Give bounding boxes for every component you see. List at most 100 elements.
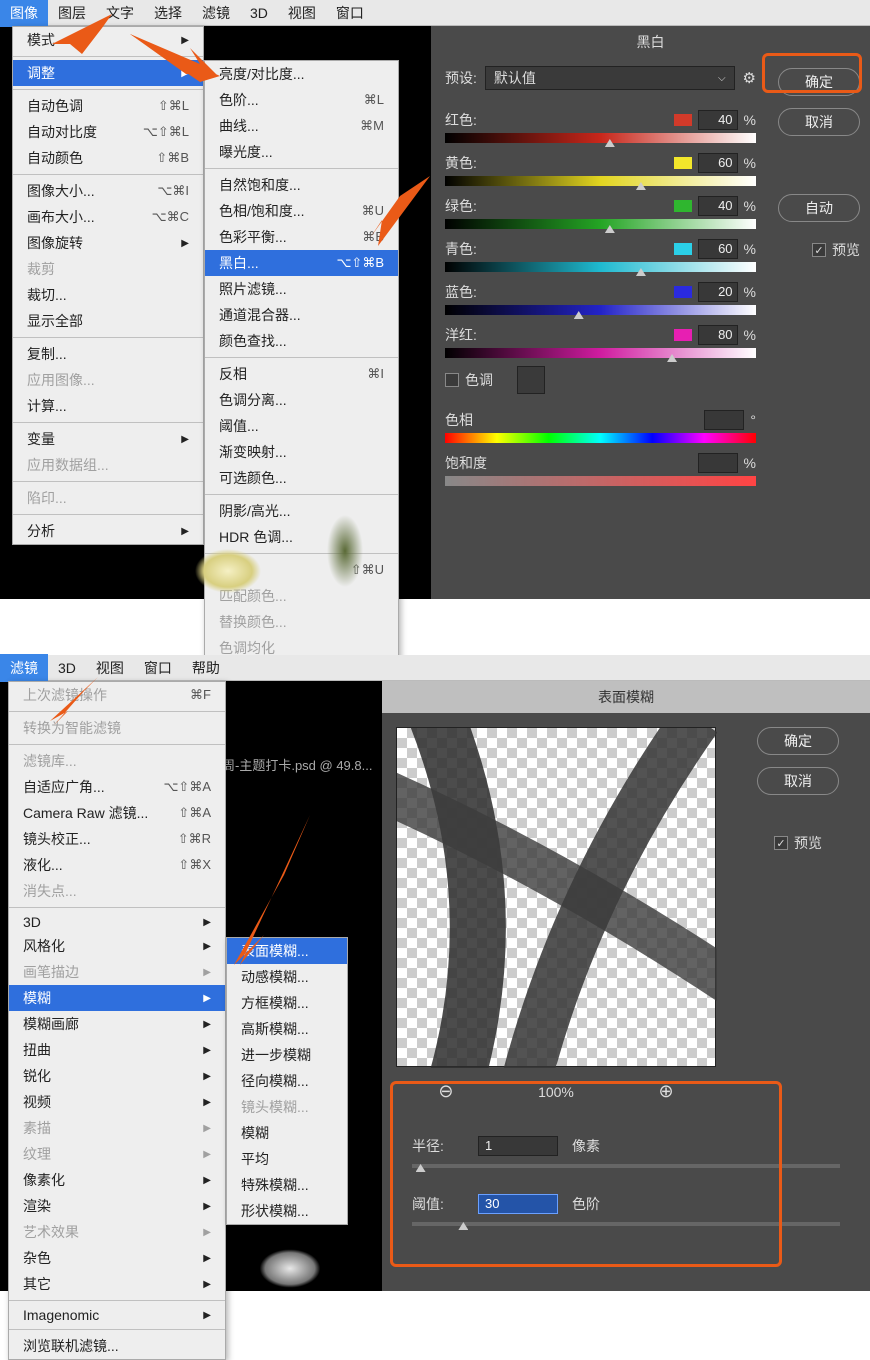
menu-text[interactable]: 文字 xyxy=(96,0,144,27)
channel-value[interactable]: 40 xyxy=(698,196,738,216)
menu-item[interactable]: 其它▶ xyxy=(9,1271,225,1297)
ok-button[interactable]: 确定 xyxy=(757,727,839,755)
menu-item[interactable]: 照片滤镜... xyxy=(205,276,398,302)
menu-item[interactable]: 特殊模糊... xyxy=(227,1172,347,1198)
menu-item[interactable]: 表面模糊... xyxy=(227,938,347,964)
menu-item[interactable]: 液化...⇧⌘X xyxy=(9,852,225,878)
menu-item[interactable]: 阈值... xyxy=(205,413,398,439)
menu-filter[interactable]: 滤镜 xyxy=(0,654,48,682)
menu-3d[interactable]: 3D xyxy=(240,1,278,25)
menu-item[interactable]: 高斯模糊... xyxy=(227,1016,347,1042)
menu-item[interactable]: 可选颜色... xyxy=(205,465,398,491)
radius-slider[interactable] xyxy=(412,1164,840,1168)
preset-select[interactable]: 默认值⌵ xyxy=(485,66,735,90)
hue-value[interactable] xyxy=(704,410,744,430)
menu-item[interactable]: 模糊画廊▶ xyxy=(9,1011,225,1037)
menu-item[interactable]: 风格化▶ xyxy=(9,933,225,959)
ok-button[interactable]: 确定 xyxy=(778,68,860,96)
menu-item[interactable]: 曝光度... xyxy=(205,139,398,165)
preview-box[interactable] xyxy=(396,727,716,1067)
menu-layer[interactable]: 图层 xyxy=(48,0,96,27)
menu-3d[interactable]: 3D xyxy=(48,656,86,680)
gear-icon[interactable]: ⚙ xyxy=(743,69,756,87)
menu-item[interactable]: 自适应广角...⌥⇧⌘A xyxy=(9,774,225,800)
menu-item[interactable]: 色调分离... xyxy=(205,387,398,413)
menu-item[interactable]: Imagenomic▶ xyxy=(9,1304,225,1326)
menu-item[interactable]: 色相/饱和度...⌘U xyxy=(205,198,398,224)
menu-item[interactable]: 模糊▶ xyxy=(9,985,225,1011)
channel-slider[interactable] xyxy=(445,176,756,186)
menu-view[interactable]: 视图 xyxy=(278,0,326,27)
zoom-in-icon[interactable]: ⊕ xyxy=(659,1081,674,1102)
menu-item[interactable]: 锐化▶ xyxy=(9,1063,225,1089)
menu-item[interactable]: 渐变映射... xyxy=(205,439,398,465)
tint-checkbox[interactable] xyxy=(445,373,459,387)
menu-item[interactable]: 调整▶ xyxy=(13,60,203,86)
menu-image[interactable]: 图像 xyxy=(0,0,48,27)
menu-item[interactable]: 动感模糊... xyxy=(227,964,347,990)
menu-item[interactable]: 镜头校正...⇧⌘R xyxy=(9,826,225,852)
menu-item[interactable]: 自动对比度⌥⇧⌘L xyxy=(13,119,203,145)
menu-item[interactable]: 曲线...⌘M xyxy=(205,113,398,139)
channel-value[interactable]: 20 xyxy=(698,282,738,302)
menu-item[interactable]: 颜色查找... xyxy=(205,328,398,354)
menu-item[interactable]: 模糊 xyxy=(227,1120,347,1146)
menu-item[interactable]: 扭曲▶ xyxy=(9,1037,225,1063)
menu-window[interactable]: 窗口 xyxy=(326,0,374,27)
menu-item[interactable]: 复制... xyxy=(13,341,203,367)
channel-slider[interactable] xyxy=(445,305,756,315)
menu-item[interactable]: 图像旋转▶ xyxy=(13,230,203,256)
menu-item[interactable]: 显示全部 xyxy=(13,308,203,334)
menu-item[interactable]: 自然饱和度... xyxy=(205,172,398,198)
channel-slider[interactable] xyxy=(445,262,756,272)
threshold-input[interactable]: 30 xyxy=(478,1194,558,1214)
menu-item[interactable]: 裁切... xyxy=(13,282,203,308)
menu-item[interactable]: 模式▶ xyxy=(13,27,203,53)
menu-item[interactable]: 视频▶ xyxy=(9,1089,225,1115)
channel-slider[interactable] xyxy=(445,348,756,358)
menu-item[interactable]: 反相⌘I xyxy=(205,361,398,387)
menu-item[interactable]: 图像大小...⌥⌘I xyxy=(13,178,203,204)
threshold-slider[interactable] xyxy=(412,1222,840,1226)
menu-item[interactable]: 方框模糊... xyxy=(227,990,347,1016)
hue-slider[interactable] xyxy=(445,433,756,443)
channel-value[interactable]: 60 xyxy=(698,153,738,173)
cancel-button[interactable]: 取消 xyxy=(778,108,860,136)
menu-item[interactable]: 浏览联机滤镜... xyxy=(9,1333,225,1359)
menu-item[interactable]: 径向模糊... xyxy=(227,1068,347,1094)
menu-view[interactable]: 视图 xyxy=(86,654,134,682)
channel-value[interactable]: 80 xyxy=(698,325,738,345)
menu-select[interactable]: 选择 xyxy=(144,0,192,27)
preview-checkbox[interactable]: ✓ xyxy=(812,243,826,257)
menu-item[interactable]: 3D▶ xyxy=(9,911,225,933)
sat-slider[interactable] xyxy=(445,476,756,486)
menu-item[interactable]: 画布大小...⌥⌘C xyxy=(13,204,203,230)
menu-item[interactable]: 自动颜色⇧⌘B xyxy=(13,145,203,171)
tint-swatch[interactable] xyxy=(517,366,545,394)
auto-button[interactable]: 自动 xyxy=(778,194,860,222)
channel-slider[interactable] xyxy=(445,219,756,229)
preview-checkbox[interactable]: ✓ xyxy=(774,836,788,850)
menu-item[interactable]: 自动色调⇧⌘L xyxy=(13,93,203,119)
radius-input[interactable]: 1 xyxy=(478,1136,558,1156)
menu-item[interactable]: Camera Raw 滤镜...⇧⌘A xyxy=(9,800,225,826)
menu-item[interactable]: 黑白...⌥⇧⌘B xyxy=(205,250,398,276)
menu-item[interactable]: 平均 xyxy=(227,1146,347,1172)
document-tab[interactable]: 周-主题打卡.psd @ 49.8... xyxy=(222,755,372,774)
menu-item[interactable]: 像素化▶ xyxy=(9,1167,225,1193)
zoom-out-icon[interactable]: ⊖ xyxy=(438,1081,453,1102)
menu-item[interactable]: 通道混合器... xyxy=(205,302,398,328)
menu-item[interactable]: 进一步模糊 xyxy=(227,1042,347,1068)
menu-item[interactable]: 色彩平衡...⌘B xyxy=(205,224,398,250)
menu-item[interactable]: 亮度/对比度... xyxy=(205,61,398,87)
menu-filter[interactable]: 滤镜 xyxy=(192,0,240,27)
menu-item[interactable]: 色阶...⌘L xyxy=(205,87,398,113)
channel-slider[interactable] xyxy=(445,133,756,143)
sat-value[interactable] xyxy=(698,453,738,473)
menu-help[interactable]: 帮助 xyxy=(182,654,230,682)
menu-item[interactable]: 计算... xyxy=(13,393,203,419)
menu-window[interactable]: 窗口 xyxy=(134,654,182,682)
menu-item[interactable]: 变量▶ xyxy=(13,426,203,452)
cancel-button[interactable]: 取消 xyxy=(757,767,839,795)
menu-item[interactable]: 渲染▶ xyxy=(9,1193,225,1219)
